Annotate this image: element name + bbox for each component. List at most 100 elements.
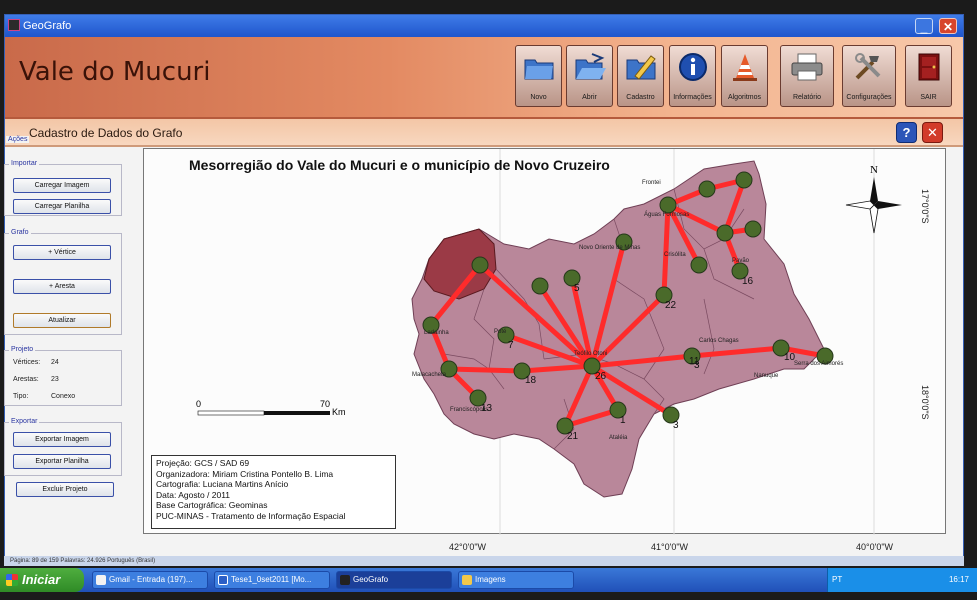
relatorio-label: Relatório [792, 94, 821, 101]
acoes-label: Ações [6, 136, 30, 143]
grafo-group: Grafo + Vértice + Aresta Atualizar [4, 229, 122, 335]
lon-label: 42°0'0"W [449, 542, 487, 552]
node-label: 21 [567, 431, 579, 442]
node-label: 3 [673, 420, 679, 431]
atualizar-button[interactable]: Atualizar [13, 313, 111, 328]
lon-label: 41°0'0"W [651, 542, 689, 552]
window-close-button[interactable]: ✕ [939, 18, 957, 34]
exportar-imagem-button[interactable]: Exportar Imagem [13, 432, 111, 447]
help-button[interactable]: ? [896, 122, 917, 143]
info-line: Organizadora: Miriam Cristina Pontello B… [156, 468, 334, 479]
task-label: Tese1_0set2011 [Mo... [231, 575, 312, 584]
place-label: Pavão [732, 258, 750, 264]
place-label: Frontei [642, 180, 661, 186]
map-info-box: Projeção: GCS / SAD 69 Organizadora: Mir… [151, 455, 396, 529]
place-label: Poté [494, 329, 507, 335]
place-label: Teófilo Otoni [574, 351, 607, 357]
window-title: GeoGrafo [23, 20, 72, 32]
tipo-value: Conexo [51, 393, 76, 400]
info-line: Projeção: GCS / SAD 69 [156, 458, 250, 468]
title-bar: GeoGrafo _ ✕ [5, 15, 963, 37]
place-label: Ladainha [424, 330, 449, 336]
task-tese[interactable]: Tese1_0set2011 [Mo... [214, 571, 330, 589]
system-tray: PT 16:17 [827, 568, 977, 592]
lat-label: 18°0'0"S [920, 385, 930, 420]
tipo-row: Tipo: Conexo [13, 393, 75, 400]
place-label: Ataléia [609, 435, 628, 441]
informacoes-label: Informações [673, 94, 712, 101]
sidebar: Ações Importar Carregar Imagem Carregar … [4, 136, 128, 536]
north-label: N [870, 164, 878, 176]
language-indicator[interactable]: PT [832, 568, 842, 592]
folder-icon [462, 575, 472, 585]
scale-end: 70 [320, 399, 330, 409]
sair-label: SAIR [920, 94, 937, 101]
app-title: Vale do Mucuri [19, 57, 211, 87]
taskbar: Iniciar Gmail - Entrada (197)... Tese1_0… [0, 568, 977, 592]
task-imagens[interactable]: Imagens [458, 571, 574, 589]
cone-icon [733, 54, 757, 81]
importar-group: Importar Carregar Imagem Carregar Planil… [4, 160, 122, 216]
add-edge-button[interactable]: + Aresta [13, 279, 111, 294]
node-label: 18 [525, 375, 537, 386]
printer-icon [791, 53, 823, 81]
map-panel: 26 3 10 11 18 7 21 3 5 22 1 13 16 Fronte… [143, 148, 946, 535]
start-button[interactable]: Iniciar [0, 568, 84, 592]
scale-unit: Km [332, 407, 346, 417]
place-label: Águas Formosas [644, 211, 689, 218]
place-label: Serra dos Aimorés [794, 361, 843, 367]
app-icon [8, 19, 20, 31]
importar-label: Importar [9, 160, 40, 167]
novo-button[interactable]: Novo [515, 45, 562, 107]
place-label: Malacacheta [412, 372, 447, 378]
lat-label: 17°0'0"S [920, 189, 930, 224]
place-label: Franciscópolis [450, 407, 488, 413]
task-label: Gmail - Entrada (197)... [109, 575, 193, 584]
task-gmail[interactable]: Gmail - Entrada (197)... [92, 571, 208, 589]
scale-start: 0 [196, 399, 201, 409]
projeto-label: Projeto [9, 346, 36, 353]
scale-bar: 0 70 Km [196, 399, 346, 417]
start-label: Iniciar [22, 572, 61, 587]
info-line: PUC-MINAS - Tratamento de Informação Esp… [156, 510, 346, 521]
map-title: Mesorregião do Vale do Mucuri e o municí… [189, 157, 610, 173]
node-label: 1 [620, 415, 626, 426]
abrir-label: Abrir [582, 94, 597, 101]
node-label: 22 [665, 300, 677, 311]
excluir-projeto-button[interactable]: Excluir Projeto [16, 482, 114, 497]
info-line: Cartografia: Luciana Martins Anício [156, 479, 289, 489]
carregar-imagem-button[interactable]: Carregar Imagem [13, 178, 111, 193]
cadastro-button[interactable]: Cadastro [617, 45, 664, 107]
close-form-button[interactable]: ✕ [922, 122, 943, 143]
place-label: Crisólita [664, 252, 686, 258]
node-label: 11 [689, 356, 700, 367]
arestas-value: 23 [51, 376, 59, 383]
exportar-label: Exportar [9, 418, 40, 425]
grafo-label: Grafo [9, 229, 31, 236]
carregar-planilha-button[interactable]: Carregar Planilha [13, 199, 111, 214]
word-icon [218, 575, 228, 585]
edit-folder-icon [626, 55, 656, 80]
algoritmos-button[interactable]: Algoritmos [721, 45, 768, 107]
abrir-button[interactable]: Abrir [566, 45, 613, 107]
subheader: Cadastro de Dados do Grafo ? ✕ [5, 119, 963, 147]
configuracoes-button[interactable]: Configurações [842, 45, 896, 107]
add-vertex-button[interactable]: + Vértice [13, 245, 111, 260]
exportar-planilha-button[interactable]: Exportar Planilha [13, 454, 111, 469]
task-geografo[interactable]: GeoGrafo [336, 571, 452, 589]
sair-button[interactable]: SAIR [905, 45, 952, 107]
vertices-value: 24 [51, 359, 59, 366]
info-line: Base Cartográfica: Geominas [156, 500, 268, 510]
relatorio-button[interactable]: Relatório [780, 45, 834, 107]
novo-label: Novo [530, 94, 547, 101]
projeto-group: Projeto Vértices: 24 Arestas: 23 Tipo: Cone… [4, 346, 122, 406]
minimize-button[interactable]: _ [915, 18, 933, 34]
tools-icon [855, 53, 881, 80]
configuracoes-label: Configurações [846, 94, 892, 101]
informacoes-button[interactable]: Informações [669, 45, 716, 107]
app-icon [340, 575, 350, 585]
node-label: 5 [574, 283, 580, 294]
task-label: GeoGrafo [353, 575, 389, 584]
document-status-strip: Página: 89 de 159 Palavras: 24.926 Portu… [4, 556, 964, 566]
node-label: 26 [595, 371, 607, 382]
